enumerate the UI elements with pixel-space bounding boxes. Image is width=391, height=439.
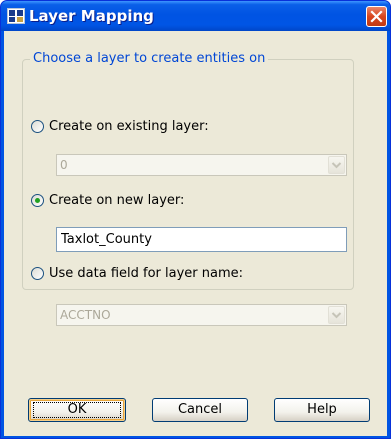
group-legend: Choose a layer to create entities on: [30, 51, 269, 67]
help-button[interactable]: Help: [274, 398, 370, 422]
layer-mapping-dialog: Layer Mapping Choose a layer to create e…: [0, 0, 391, 439]
radio-label-existing-layer: Create on existing layer:: [49, 119, 209, 134]
autocad-map-icon: [7, 8, 25, 24]
radio-label-new-layer: Create on new layer:: [49, 193, 185, 208]
radio-use-data-field[interactable]: Use data field for layer name:: [31, 266, 361, 286]
ok-button[interactable]: OK: [28, 398, 126, 422]
dialog-title: Layer Mapping: [29, 7, 154, 25]
radio-button-selected[interactable]: [31, 194, 44, 207]
new-layer-name-field[interactable]: [56, 227, 347, 252]
focus-ring: [33, 402, 121, 418]
help-button-label: Help: [307, 402, 337, 417]
close-button[interactable]: [366, 6, 387, 27]
chevron-down-icon: [331, 312, 342, 319]
data-field-value: ACCTNO: [60, 308, 111, 322]
data-field-combo[interactable]: ACCTNO: [56, 304, 347, 326]
radio-button-unselected[interactable]: [31, 267, 44, 280]
combo-dropdown-button[interactable]: [328, 306, 345, 324]
chevron-down-icon: [331, 162, 342, 169]
existing-layer-combo[interactable]: 0: [56, 154, 347, 176]
combo-dropdown-button[interactable]: [328, 156, 345, 174]
close-icon: [370, 10, 383, 23]
radio-selected-dot: [35, 198, 40, 203]
title-bar[interactable]: Layer Mapping: [1, 1, 390, 31]
radio-button-unselected[interactable]: [31, 120, 44, 133]
radio-create-on-new-layer[interactable]: Create on new layer:: [31, 193, 361, 213]
existing-layer-value: 0: [60, 158, 68, 172]
new-layer-name-input[interactable]: [57, 228, 346, 251]
cancel-button-label: Cancel: [177, 402, 223, 417]
cancel-button[interactable]: Cancel: [152, 398, 248, 422]
radio-create-on-existing-layer[interactable]: Create on existing layer:: [31, 119, 361, 139]
radio-label-data-field: Use data field for layer name:: [49, 266, 244, 281]
